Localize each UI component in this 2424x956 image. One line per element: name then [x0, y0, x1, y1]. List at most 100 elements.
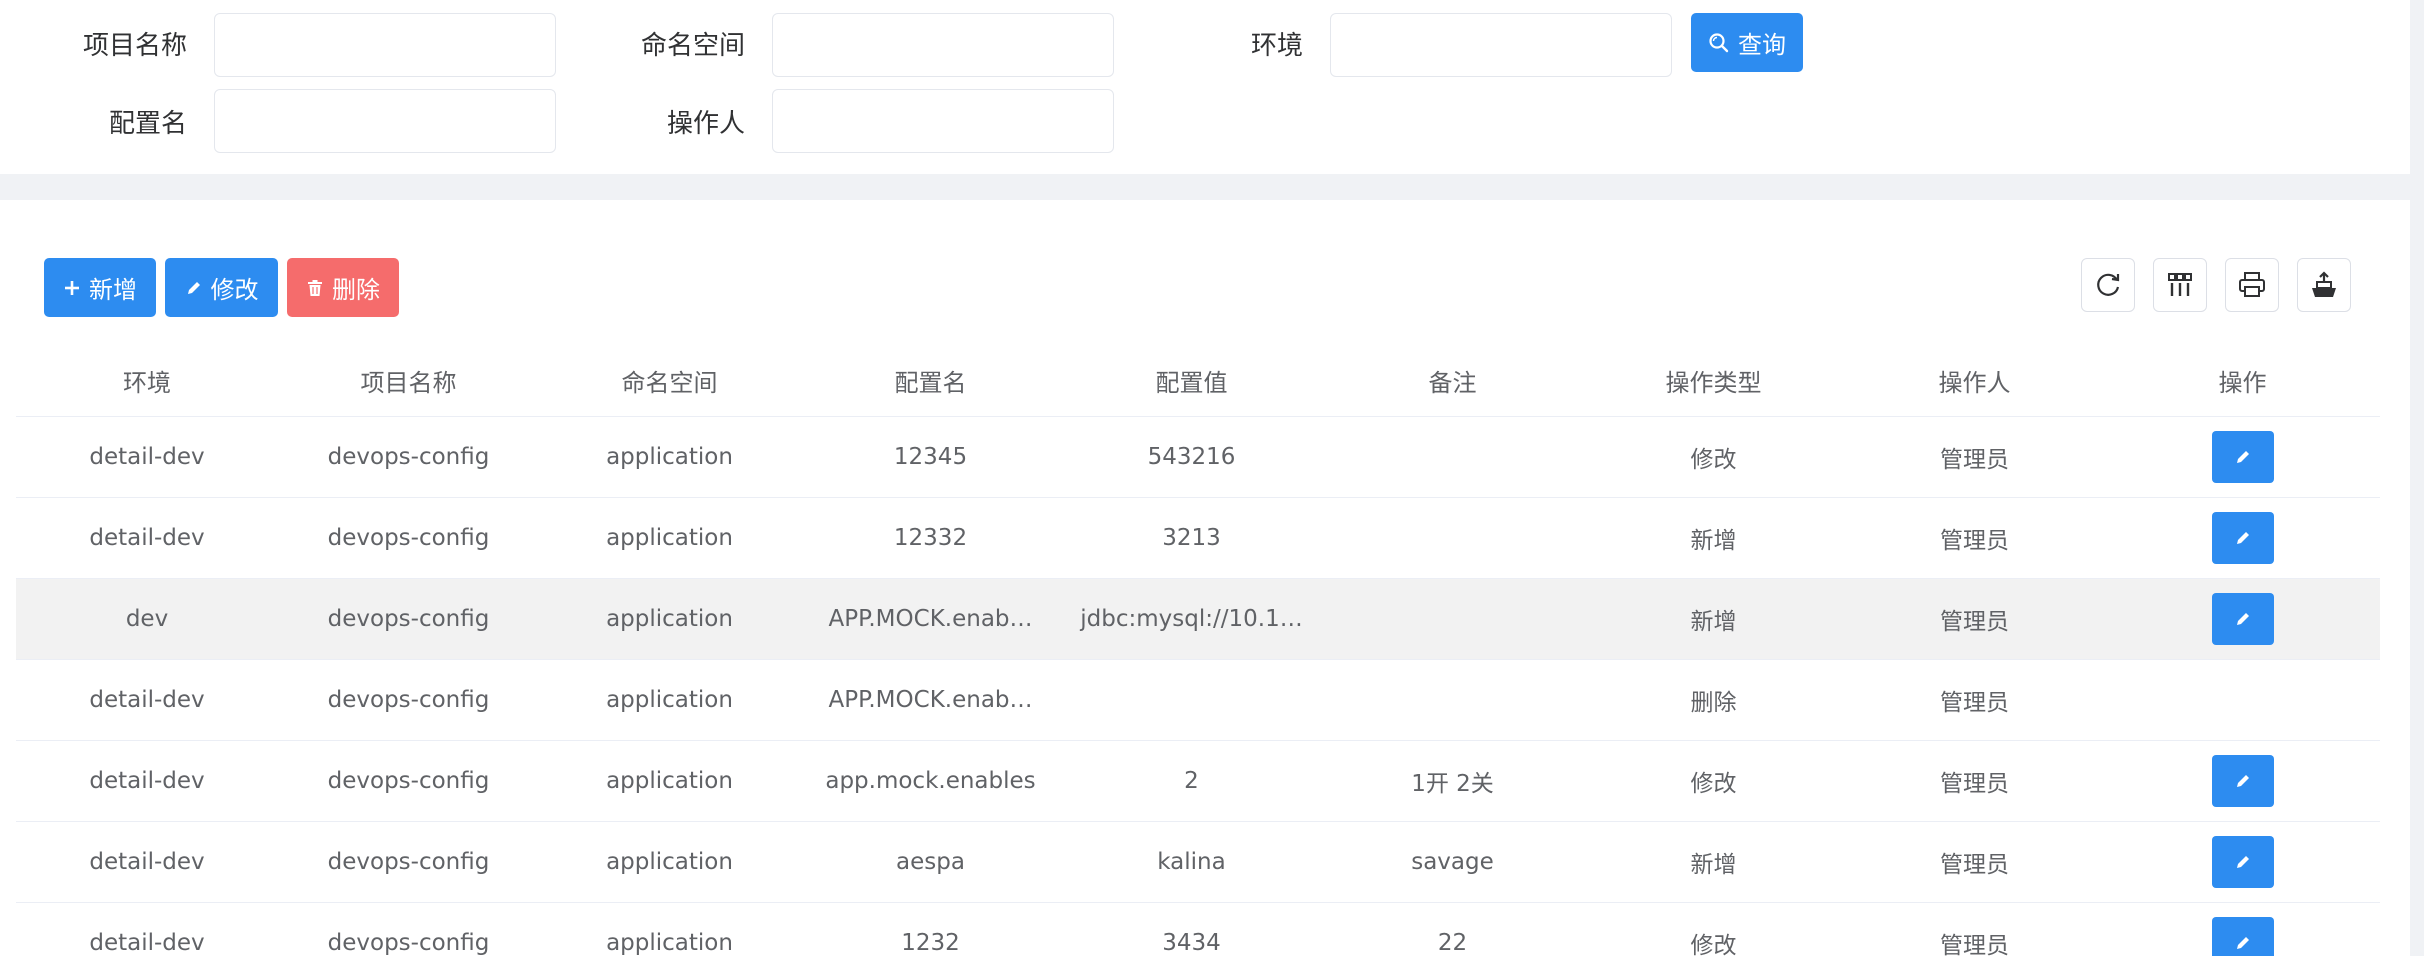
column-header[interactable]: 配置名: [800, 346, 1061, 417]
table-row[interactable]: detail-dev devops-config application app…: [16, 740, 2380, 822]
cell-operation-type: 新增: [1583, 821, 1844, 903]
export-button[interactable]: [2297, 258, 2351, 312]
cell-operator: 管理员: [1844, 659, 2105, 741]
columns-icon: [2168, 273, 2192, 296]
environment-input[interactable]: [1330, 13, 1672, 77]
query-button-label: 查询: [1738, 31, 1786, 59]
column-header[interactable]: 操作人: [1844, 346, 2105, 417]
table-row[interactable]: detail-dev devops-config application 123…: [16, 416, 2380, 498]
cell-namespace: application: [606, 929, 733, 956]
add-button-label: 新增: [89, 276, 137, 304]
cell-config-value: 543216: [1061, 416, 1322, 498]
row-edit-button[interactable]: [2211, 430, 2274, 483]
delete-button-label: 删除: [332, 276, 380, 304]
cell-project-name: devops-config: [278, 659, 539, 741]
config-name-input[interactable]: [214, 89, 556, 153]
operator-input[interactable]: [772, 89, 1114, 153]
table-row[interactable]: detail-dev devops-config application 123…: [16, 902, 2380, 956]
cell-config-name: 12332: [800, 497, 1061, 579]
cell-remark: 22: [1437, 929, 1468, 956]
query-button[interactable]: 查询: [1691, 13, 1803, 72]
cell-operator: 管理员: [1844, 578, 2105, 660]
config-history-table: 环境 项目名称 命名空间 配置名 配置值 备注 操作类型 操作人 操作 deta…: [16, 346, 2380, 956]
row-edit-button[interactable]: [2211, 916, 2274, 956]
namespace-input[interactable]: [772, 13, 1114, 77]
cell-namespace: application: [539, 659, 800, 741]
config-name-label: 配置名: [108, 109, 187, 139]
cell-operator: 管理员: [1844, 740, 2105, 822]
delete-button[interactable]: 删除: [287, 258, 399, 317]
cell-operator: 管理员: [1940, 932, 2009, 956]
row-edit-button[interactable]: [2211, 592, 2274, 645]
project-name-input[interactable]: [214, 13, 556, 77]
pencil-icon: [2236, 936, 2249, 949]
refresh-icon: [2097, 273, 2120, 296]
table-row[interactable]: detail-dev devops-config application aes…: [16, 821, 2380, 903]
cell-environment: detail-dev: [16, 497, 278, 579]
table-header-row: 环境 项目名称 命名空间 配置名 配置值 备注 操作类型 操作人 操作: [16, 346, 2380, 417]
column-header[interactable]: 配置值: [1061, 346, 1322, 417]
search-icon: [1709, 32, 1729, 52]
table-row[interactable]: dev devops-config application APP.MOCK.e…: [16, 578, 2380, 660]
cell-actions: [2105, 416, 2380, 498]
cell-project-name: devops-config: [278, 578, 539, 660]
columns-button[interactable]: [2153, 258, 2207, 312]
row-edit-button[interactable]: [2211, 754, 2274, 807]
pencil-icon: [2236, 774, 2249, 787]
cell-operation-type: 删除: [1583, 659, 1844, 741]
cell-environment: detail-dev: [16, 659, 278, 741]
environment-label: 环境: [1250, 31, 1303, 61]
cell-actions: [2105, 659, 2380, 741]
cell-operation-type: 修改: [1583, 416, 1844, 498]
table-row[interactable]: detail-dev devops-config application APP…: [16, 659, 2380, 741]
pencil-icon: [2236, 531, 2249, 544]
cell-config-value: 3434: [1162, 929, 1221, 956]
cell-config-value: [1061, 659, 1322, 741]
edit-button[interactable]: 修改: [165, 258, 278, 317]
cell-operation-type: 新增: [1583, 497, 1844, 579]
cell-namespace: application: [539, 740, 800, 822]
cell-actions: [2105, 578, 2380, 660]
row-edit-button[interactable]: [2211, 835, 2274, 888]
pencil-icon: [2236, 855, 2249, 868]
cell-remark: 1开 2关: [1322, 740, 1583, 822]
export-icon: [2312, 271, 2336, 297]
operator-label: 操作人: [666, 109, 745, 139]
cell-operation-type: 修改: [1583, 740, 1844, 822]
plus-icon: [65, 280, 79, 295]
cell-project-name: devops-config: [278, 497, 539, 579]
cell-remark: [1322, 578, 1583, 660]
add-button[interactable]: 新增: [44, 258, 156, 317]
cell-remark: savage: [1322, 821, 1583, 903]
cell-actions: [2105, 821, 2380, 903]
column-header[interactable]: 操作类型: [1583, 346, 1844, 417]
refresh-button[interactable]: [2081, 258, 2135, 312]
cell-project-name: devops-config: [278, 821, 539, 903]
column-header[interactable]: 命名空间: [539, 346, 800, 417]
table-row[interactable]: detail-dev devops-config application 123…: [16, 497, 2380, 579]
cell-environment: detail-dev: [89, 929, 205, 956]
column-header[interactable]: 项目名称: [278, 346, 539, 417]
cell-config-value: jdbc:mysql://10.1…: [1061, 578, 1322, 660]
row-edit-button[interactable]: [2211, 511, 2274, 564]
cell-actions: [2105, 902, 2380, 956]
column-header[interactable]: 备注: [1322, 346, 1583, 417]
pencil-icon: [187, 281, 200, 294]
cell-config-name: app.mock.enables: [800, 740, 1061, 822]
cell-project-name: devops-config: [327, 929, 490, 956]
column-header[interactable]: 操作: [2105, 346, 2380, 417]
cell-operator: 管理员: [1844, 497, 2105, 579]
cell-config-name: APP.MOCK.enab…: [800, 578, 1061, 660]
cell-namespace: application: [539, 497, 800, 579]
column-header[interactable]: 环境: [16, 346, 278, 417]
cell-actions: [2105, 497, 2380, 579]
pencil-icon: [2236, 612, 2249, 625]
cell-config-value: 3213: [1061, 497, 1322, 579]
cell-environment: detail-dev: [16, 821, 278, 903]
cell-config-value: kalina: [1061, 821, 1322, 903]
cell-config-name: aespa: [800, 821, 1061, 903]
cell-config-name: 12345: [800, 416, 1061, 498]
cell-config-name: 1232: [901, 929, 960, 956]
table-panel: 新增 修改 删除 环境 项目名称 命名空间 配置名 配置值 备注 操作类型 操作…: [0, 200, 2410, 956]
print-button[interactable]: [2225, 258, 2279, 312]
